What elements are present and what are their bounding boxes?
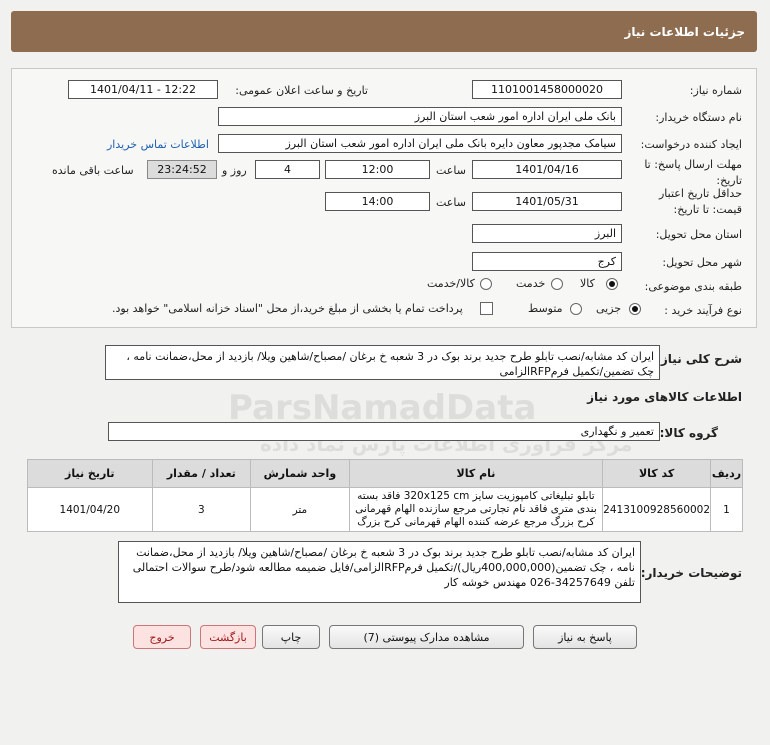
summary-label: شرح کلی نیاز: <box>656 352 742 366</box>
treasury-payment-note: پرداخت تمام یا بخشی از مبلغ خرید،از محل … <box>112 302 463 315</box>
category-radio-goods[interactable] <box>606 278 618 290</box>
cell-row: 1 <box>710 487 743 532</box>
buyer-org-label: نام دستگاه خریدار: <box>655 111 742 124</box>
days-label: روز و <box>222 164 247 177</box>
cell-name: تابلو تبلیغاتی کامپوزیت سایز 320x125 cm … <box>348 487 604 532</box>
summary-text: ایران کد مشابه/نصب تابلو طرح جدید برند ب… <box>105 345 660 380</box>
creator-label: ایجاد کننده درخواست: <box>640 138 742 151</box>
reply-time-field: 12:00 <box>325 160 430 179</box>
category-option-service: خدمت <box>516 277 546 290</box>
page-title: جزئیات اطلاعات نیاز <box>624 25 745 39</box>
col-name: نام کالا <box>348 459 604 488</box>
need-number-field: 1101001458000020 <box>472 80 622 99</box>
reply-time-label: ساعت <box>436 164 466 177</box>
remaining-time-field: 23:24:52 <box>147 160 217 179</box>
goods-group-label: گروه کالا: <box>659 426 718 440</box>
process-label: نوع فرآیند خرید : <box>664 304 742 317</box>
validity-time-field: 14:00 <box>325 192 430 211</box>
table-row: 1 2413100928560002 تابلو تبلیغاتی کامپوز… <box>27 487 743 532</box>
back-button[interactable]: بازگشت <box>200 625 256 649</box>
days-field: 4 <box>255 160 320 179</box>
province-label: استان محل تحویل: <box>655 228 742 241</box>
province-field: البرز <box>472 224 622 243</box>
category-option-goods-service: کالا/خدمت <box>427 277 475 290</box>
process-option-medium: متوسط <box>528 302 563 315</box>
exit-button[interactable]: خروج <box>133 625 191 649</box>
col-date: تاریخ نیاز <box>27 459 153 488</box>
print-button[interactable]: چاپ <box>262 625 320 649</box>
category-label: طبقه بندی موضوعی: <box>644 280 742 293</box>
col-unit: واحد شمارش <box>250 459 350 488</box>
buyer-contact-link[interactable]: اطلاعات تماس خریدار <box>107 138 209 151</box>
validity-date-field: 1401/05/31 <box>472 192 622 211</box>
reply-button[interactable]: پاسخ به نیاز <box>533 625 637 649</box>
attachments-button[interactable]: مشاهده مدارک پیوستی (7) <box>329 625 524 649</box>
announce-field: 1401/04/11 - 12:22 <box>68 80 218 99</box>
goods-table: ردیف کد کالا نام کالا واحد شمارش تعداد /… <box>27 459 743 532</box>
goods-group-field: تعمیر و نگهداری <box>108 422 660 441</box>
announce-label: تاریخ و ساعت اعلان عمومی: <box>235 84 368 97</box>
reply-date-field: 1401/04/16 <box>472 160 622 179</box>
reply-deadline-label: مهلت ارسال پاسخ: تا تاریخ: <box>644 158 742 187</box>
cell-qty: 3 <box>151 487 252 532</box>
city-label: شهر محل تحویل: <box>662 256 742 269</box>
process-option-minor: جزیی <box>596 302 622 315</box>
remaining-label: ساعت باقی مانده <box>52 164 134 177</box>
buyer-notes-text: ایران کد مشابه/نصب تابلو طرح جدید برند ب… <box>118 541 641 603</box>
col-qty: تعداد / مقدار <box>151 459 252 488</box>
validity-time-label: ساعت <box>436 196 466 209</box>
goods-section-title: اطلاعات کالاهای مورد نیاز <box>587 390 742 404</box>
need-number-label: شماره نیاز: <box>689 84 742 97</box>
process-radio-medium[interactable] <box>570 303 582 315</box>
col-row: ردیف <box>710 459 743 488</box>
cell-date: 1401/04/20 <box>27 487 153 532</box>
col-code: کد کالا <box>602 459 712 488</box>
cell-unit: متر <box>250 487 350 532</box>
category-radio-service[interactable] <box>551 278 563 290</box>
buyer-org-field: بانک ملی ایران اداره امور شعب استان البر… <box>218 107 622 126</box>
buyer-notes-label: توضیحات خریدار: <box>640 566 742 580</box>
category-radio-goods-service[interactable] <box>480 278 492 290</box>
page-header: جزئیات اطلاعات نیاز <box>11 11 757 52</box>
validity-label: حداقل تاریخ اعتبار قیمت: تا تاریخ: <box>658 187 742 216</box>
treasury-payment-checkbox[interactable] <box>480 302 493 315</box>
city-field: کرج <box>472 252 622 271</box>
creator-field: سیامک مجدپور معاون دایره بانک ملی ایران … <box>218 134 622 153</box>
process-radio-minor[interactable] <box>629 303 641 315</box>
category-option-goods: کالا <box>580 277 595 290</box>
cell-code: 2413100928560002 <box>602 487 712 532</box>
goods-table-header: ردیف کد کالا نام کالا واحد شمارش تعداد /… <box>27 459 743 488</box>
